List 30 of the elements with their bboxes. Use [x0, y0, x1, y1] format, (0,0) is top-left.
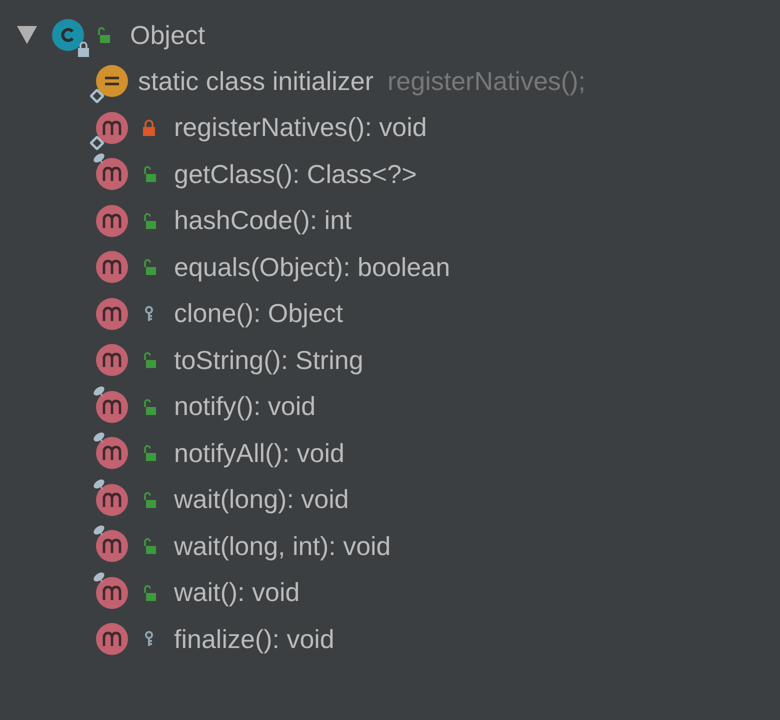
member-signature: getClass(): Class<?> — [174, 158, 417, 191]
member-signature: registerNatives(): void — [174, 111, 427, 144]
tree-node[interactable]: notify(): void — [0, 384, 780, 430]
tree-node[interactable]: hashCode(): int — [0, 198, 780, 244]
tree-node[interactable]: wait(): void — [0, 570, 780, 616]
tree-node[interactable]: equals(Object): boolean — [0, 244, 780, 290]
member-signature: hashCode(): int — [174, 204, 352, 238]
member-signature: clone(): Object — [174, 297, 344, 330]
tree-node[interactable]: finalize(): void — [0, 616, 780, 662]
member-signature: wait(long): void — [174, 483, 349, 516]
member-signature: notify(): void — [174, 390, 316, 424]
expanded-triangle-icon[interactable] — [17, 26, 37, 44]
tree-node[interactable]: static class initializer registerNatives(); — [0, 58, 780, 104]
tree-node[interactable]: toString(): String — [0, 337, 780, 384]
class-name: Object — [130, 18, 206, 52]
tree-node[interactable]: wait(long, int): void — [0, 523, 780, 570]
member-signature: equals(Object): boolean — [174, 250, 450, 284]
member-signature: toString(): String — [174, 344, 364, 377]
tree-node[interactable]: clone(): Object — [0, 290, 780, 337]
member-signature: static class initializer — [138, 64, 374, 98]
tree-node[interactable]: Object — [0, 12, 780, 58]
tree-node[interactable]: getClass(): Class<?> — [0, 151, 780, 198]
member-signature: notifyAll(): void — [174, 436, 344, 470]
member-signature: finalize(): void — [174, 622, 334, 656]
member-signature: wait(): void — [174, 576, 300, 610]
tree-node[interactable]: notifyAll(): void — [0, 430, 780, 476]
tree-node[interactable]: wait(long): void — [0, 476, 780, 523]
member-signature: wait(long, int): void — [174, 530, 391, 563]
tree-node[interactable]: registerNatives(): void — [0, 104, 780, 151]
member-hint: registerNatives(); — [388, 64, 586, 98]
